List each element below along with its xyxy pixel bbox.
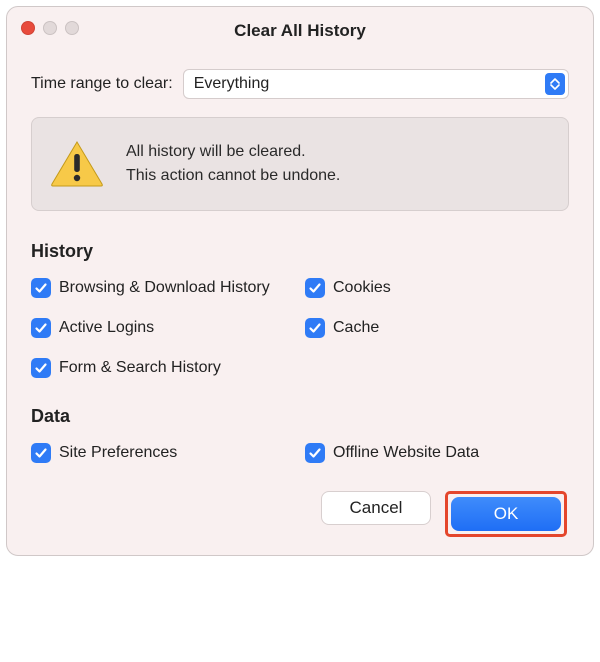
checkbox-cache[interactable]: Cache: [305, 318, 569, 338]
checkbox-site-preferences[interactable]: Site Preferences: [31, 443, 295, 463]
close-window-button[interactable]: [21, 21, 35, 35]
checkmark-icon: [305, 443, 325, 463]
checkbox-cookies[interactable]: Cookies: [305, 278, 569, 298]
warning-icon: [50, 140, 104, 188]
cancel-button[interactable]: Cancel: [321, 491, 431, 525]
window-controls: [21, 21, 79, 35]
titlebar: Clear All History: [7, 7, 593, 49]
dropdown-stepper-icon: [545, 73, 565, 95]
dialog-window: Clear All History Time range to clear: E…: [6, 6, 594, 556]
checkbox-label: Form & Search History: [59, 359, 221, 377]
checkbox-label: Cookies: [333, 279, 391, 297]
ok-button-highlight: OK: [445, 491, 567, 537]
time-range-row: Time range to clear: Everything: [31, 69, 569, 99]
ok-button[interactable]: OK: [451, 497, 561, 531]
checkmark-icon: [305, 278, 325, 298]
ok-button-label: OK: [494, 504, 519, 524]
checkbox-label: Cache: [333, 319, 379, 337]
checkbox-form-search-history[interactable]: Form & Search History: [31, 358, 295, 378]
time-range-value: Everything: [194, 75, 270, 93]
checkbox-browsing-history[interactable]: Browsing & Download History: [31, 278, 295, 298]
checkbox-label: Offline Website Data: [333, 444, 479, 462]
data-section-title: Data: [31, 406, 569, 427]
checkbox-offline-website-data[interactable]: Offline Website Data: [305, 443, 569, 463]
checkmark-icon: [31, 443, 51, 463]
warning-line2: This action cannot be undone.: [126, 164, 340, 188]
time-range-label: Time range to clear:: [31, 75, 173, 93]
data-section: Data Site Preferences Offline Website Da…: [31, 406, 569, 463]
cancel-button-label: Cancel: [350, 498, 403, 518]
time-range-select[interactable]: Everything: [183, 69, 569, 99]
checkmark-icon: [31, 358, 51, 378]
checkbox-label: Site Preferences: [59, 444, 177, 462]
warning-line1: All history will be cleared.: [126, 140, 340, 164]
zoom-window-button[interactable]: [65, 21, 79, 35]
checkmark-icon: [31, 318, 51, 338]
checkbox-label: Browsing & Download History: [59, 279, 270, 297]
button-row: Cancel OK: [31, 491, 569, 537]
warning-text: All history will be cleared. This action…: [126, 140, 340, 188]
warning-panel: All history will be cleared. This action…: [31, 117, 569, 211]
checkbox-active-logins[interactable]: Active Logins: [31, 318, 295, 338]
history-section-title: History: [31, 241, 569, 262]
window-title: Clear All History: [21, 21, 579, 41]
checkmark-icon: [31, 278, 51, 298]
minimize-window-button[interactable]: [43, 21, 57, 35]
checkbox-label: Active Logins: [59, 319, 154, 337]
checkmark-icon: [305, 318, 325, 338]
history-section: History Browsing & Download History Cook…: [31, 241, 569, 378]
dialog-content: Time range to clear: Everything All hist…: [7, 49, 593, 545]
